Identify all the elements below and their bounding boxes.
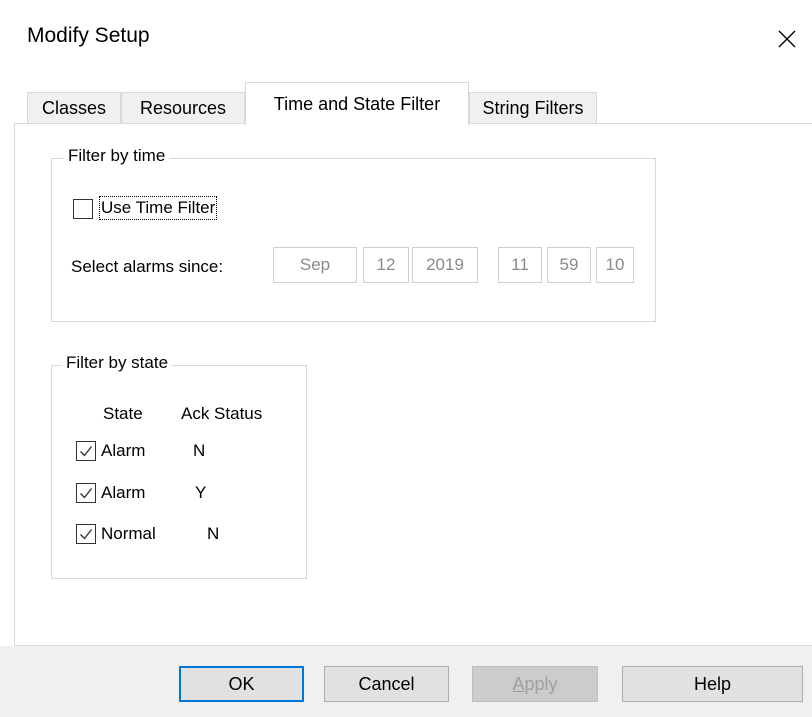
- apply-mnemonic: A: [512, 673, 525, 694]
- select-alarms-since-label: Select alarms since:: [71, 257, 224, 276]
- month-field[interactable]: Sep: [273, 247, 357, 283]
- normal-n-state-label[interactable]: Normal: [101, 524, 156, 544]
- minute-field[interactable]: 59: [547, 247, 591, 283]
- window-title: Modify Setup: [27, 24, 150, 47]
- normal-n-checkbox[interactable]: [76, 524, 96, 544]
- alarm-y-checkbox[interactable]: [76, 483, 96, 503]
- checkmark-icon: [80, 446, 93, 457]
- cancel-button[interactable]: Cancel: [324, 666, 449, 702]
- apply-label-rest: pply: [524, 673, 558, 694]
- filter-by-time-legend: Filter by time: [64, 146, 170, 166]
- alarm-y-state-label[interactable]: Alarm: [101, 483, 145, 503]
- state-column-header: State: [103, 404, 143, 423]
- alarm-n-checkbox[interactable]: [76, 441, 96, 461]
- checkmark-icon: [80, 488, 93, 499]
- tab-classes[interactable]: Classes: [27, 92, 121, 124]
- year-field[interactable]: 2019: [412, 247, 478, 283]
- second-field[interactable]: 10: [596, 247, 634, 283]
- alarm-y-ack-label: Y: [195, 483, 207, 502]
- normal-n-ack-label: N: [207, 524, 220, 543]
- hour-field[interactable]: 11: [498, 247, 542, 283]
- use-time-filter-checkbox[interactable]: [73, 199, 93, 219]
- close-button[interactable]: [770, 22, 804, 56]
- checkmark-icon: [80, 529, 93, 540]
- close-icon: [778, 30, 796, 48]
- apply-button[interactable]: Apply: [472, 666, 598, 702]
- tab-string-filters[interactable]: String Filters: [469, 92, 597, 124]
- use-time-filter-label[interactable]: Use Time Filter: [98, 196, 218, 220]
- alarm-n-state-label[interactable]: Alarm: [101, 441, 145, 461]
- filter-by-state-legend: Filter by state: [62, 353, 173, 373]
- help-button[interactable]: Help: [622, 666, 803, 702]
- day-field[interactable]: 12: [363, 247, 409, 283]
- tab-resources[interactable]: Resources: [121, 92, 245, 124]
- ack-status-column-header: Ack Status: [181, 404, 263, 423]
- filter-by-time-group: Filter by time: [51, 146, 656, 322]
- ok-button[interactable]: OK: [179, 666, 304, 702]
- tab-time-and-state-filter[interactable]: Time and State Filter: [245, 82, 469, 126]
- alarm-n-ack-label: N: [193, 441, 206, 460]
- filter-by-state-group: Filter by state: [51, 353, 307, 579]
- title-bar: Modify Setup: [0, 0, 812, 80]
